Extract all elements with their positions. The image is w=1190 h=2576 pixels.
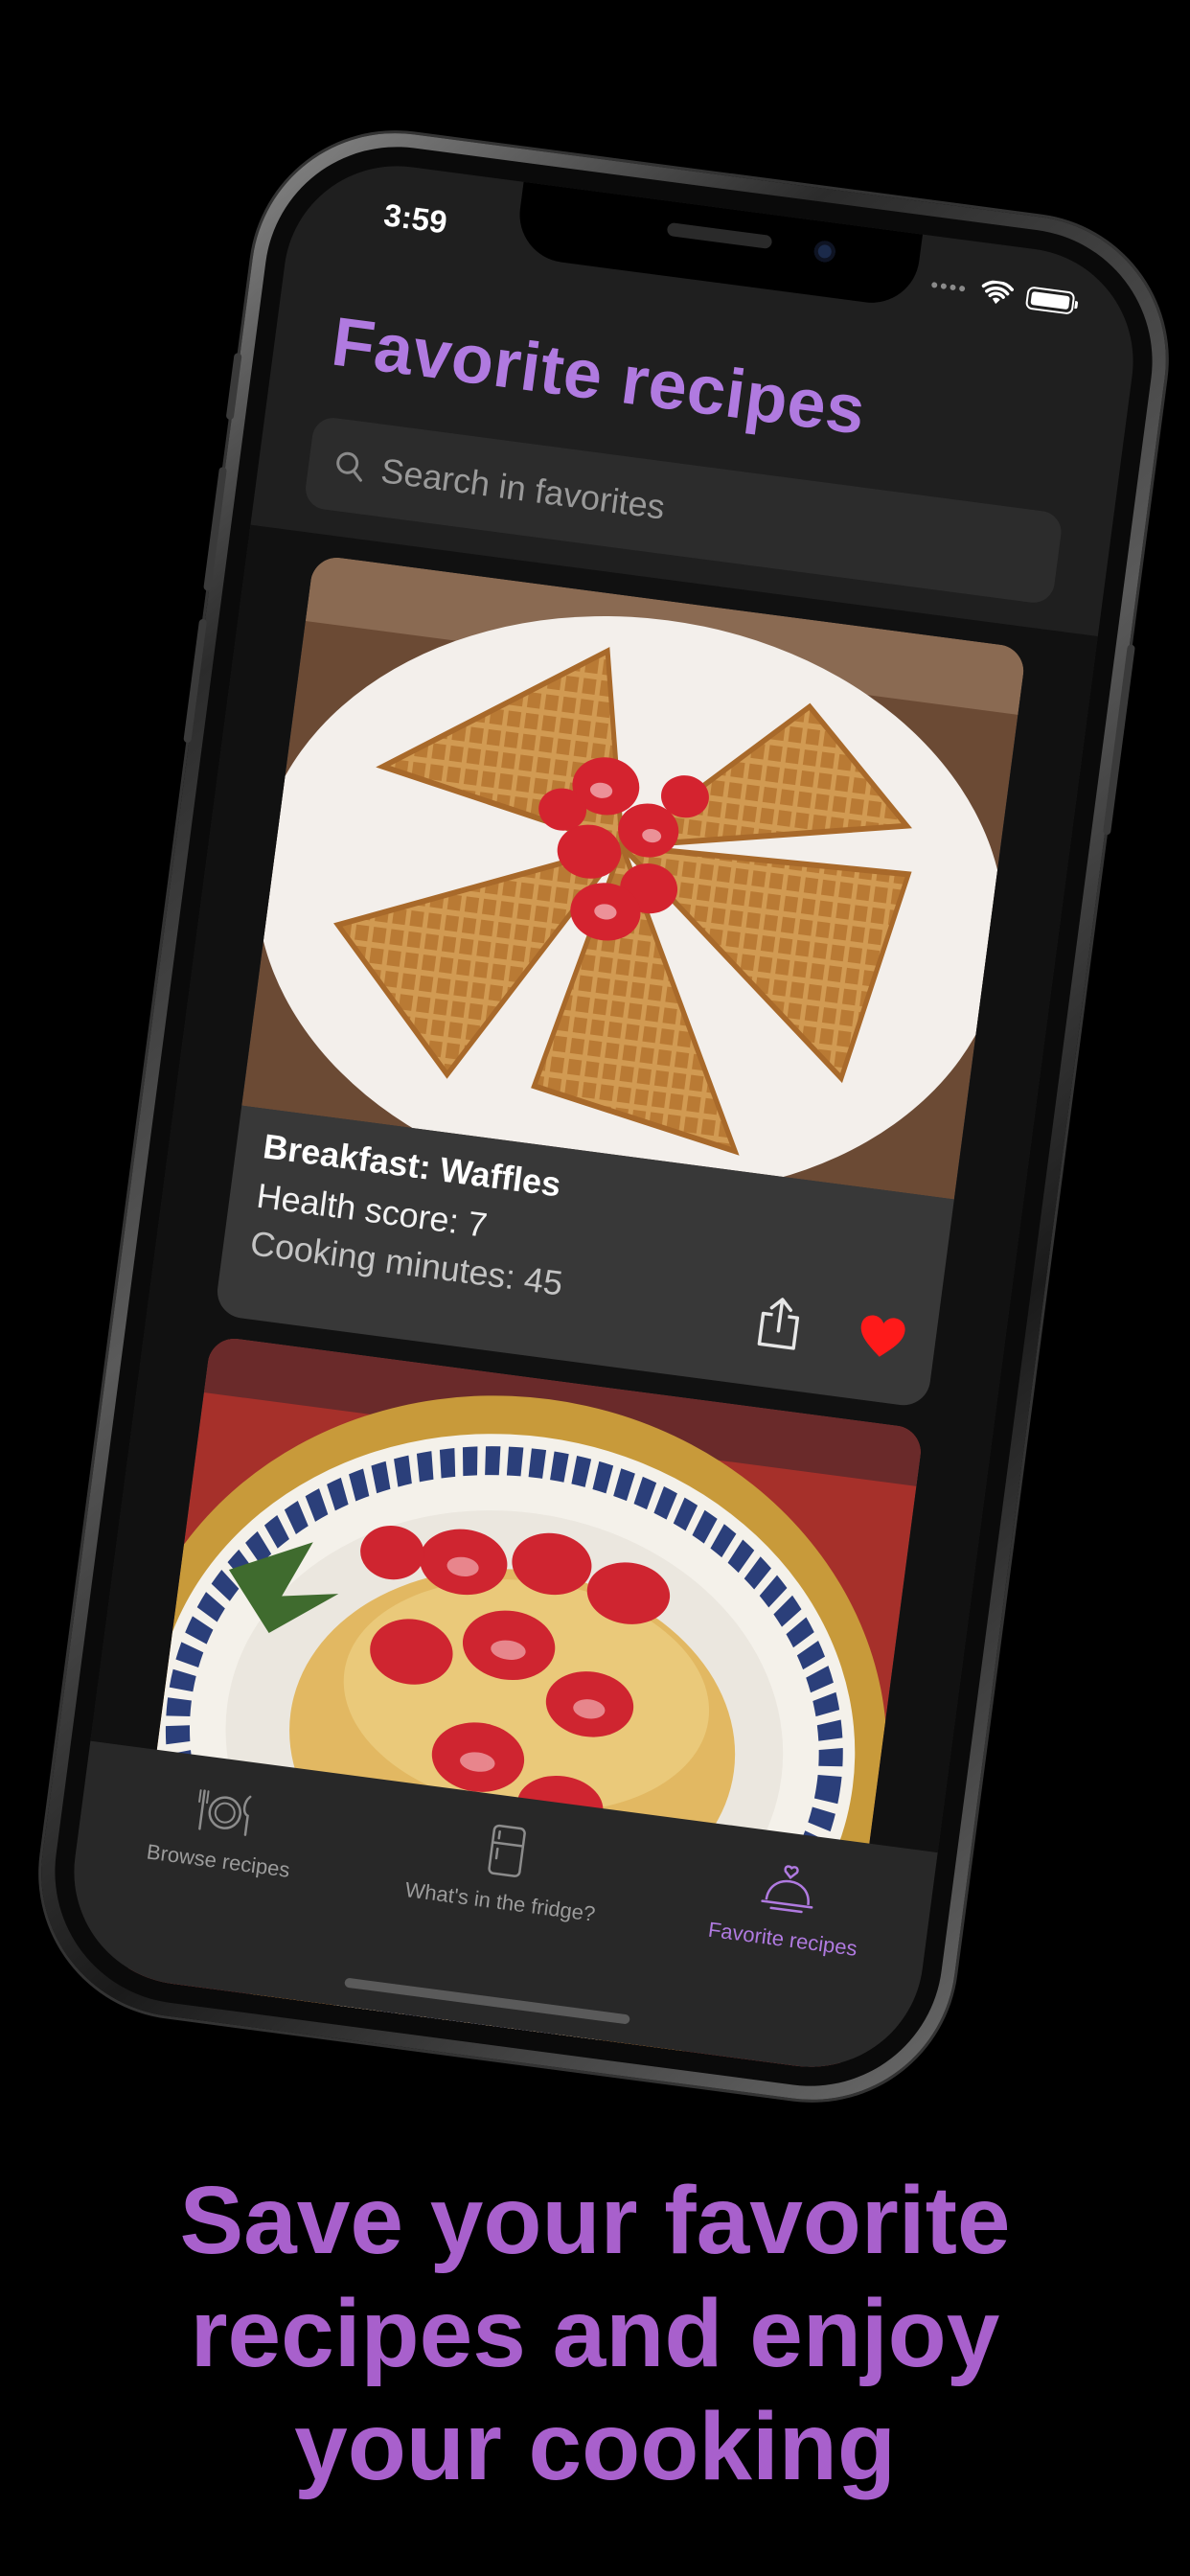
favorite-button[interactable] — [852, 1306, 912, 1367]
share-icon — [757, 1298, 800, 1350]
marketing-caption: Save your favorite recipes and enjoy you… — [0, 2164, 1190, 2503]
fridge-icon — [488, 1824, 526, 1877]
tab-browse-recipes[interactable]: Browse recipes — [83, 1771, 360, 1892]
battery-icon — [1024, 286, 1076, 315]
cloche-heart-icon — [761, 1865, 813, 1914]
share-button[interactable] — [749, 1293, 810, 1353]
tab-label: What's in the fridge? — [403, 1876, 597, 1926]
tab-label: Favorite recipes — [706, 1917, 859, 1961]
caption-line: your cooking — [294, 2393, 896, 2500]
app-store-screenshot: 3:59 •••• Favorite recipes Search in fav… — [0, 0, 1190, 2576]
app-screen: 3:59 •••• Favorite recipes Search in fav… — [60, 151, 1147, 2082]
plate-cutlery-icon — [197, 1789, 252, 1836]
wifi-icon — [981, 280, 1015, 305]
recipe-card[interactable]: Breakfast: Waffles Health score: 7 Cooki… — [214, 554, 1027, 1409]
front-camera — [812, 240, 837, 264]
search-icon — [336, 451, 362, 482]
earpiece-speaker — [666, 221, 773, 250]
cellular-signal-icon: •••• — [928, 272, 970, 302]
tab-favorite-recipes[interactable]: Favorite recipes — [648, 1845, 926, 1969]
caption-line: Save your favorite — [179, 2167, 1011, 2274]
heart-icon — [860, 1315, 905, 1357]
tab-label: Browse recipes — [145, 1839, 292, 1882]
phone-mockup: 3:59 •••• Favorite recipes Search in fav… — [23, 115, 1184, 2118]
status-icons: •••• — [929, 272, 1076, 315]
recipe-photo-waffles — [241, 554, 1027, 1200]
status-time: 3:59 — [381, 196, 449, 241]
caption-line: recipes and enjoy — [190, 2280, 1000, 2387]
tab-whats-in-the-fridge[interactable]: What's in the fridge? — [366, 1807, 644, 1932]
